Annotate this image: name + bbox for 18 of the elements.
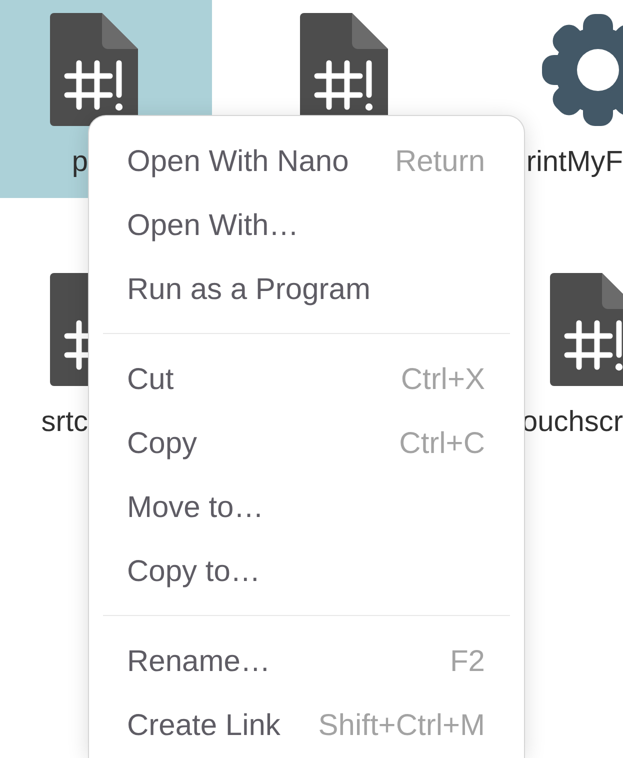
gear-icon	[542, 14, 623, 126]
keyboard-shortcut: Ctrl+X	[400, 362, 485, 398]
menu-item[interactable]: Run as a Program	[89, 257, 524, 321]
file-name-label: rintMyF	[526, 146, 623, 178]
keyboard-shortcut: Return	[394, 144, 485, 180]
script-file-icon	[550, 273, 623, 386]
keyboard-shortcut: F2	[450, 644, 485, 680]
menu-item[interactable]: Copy to…	[89, 539, 524, 603]
menu-item[interactable]: Rename… F2	[89, 629, 524, 693]
file-name-label: srtc	[41, 406, 88, 438]
menu-item[interactable]: Cut Ctrl+X	[89, 347, 524, 411]
menu-item[interactable]: Copy Ctrl+C	[89, 411, 524, 475]
file-name-label: p	[72, 146, 88, 178]
menu-item[interactable]: Move to…	[89, 475, 524, 539]
menu-item[interactable]: Create Link Shift+Ctrl+M	[89, 693, 524, 757]
file-name-label: ouchscr	[521, 406, 623, 438]
keyboard-shortcut: Shift+Ctrl+M	[318, 708, 485, 744]
keyboard-shortcut: Ctrl+C	[399, 426, 485, 462]
